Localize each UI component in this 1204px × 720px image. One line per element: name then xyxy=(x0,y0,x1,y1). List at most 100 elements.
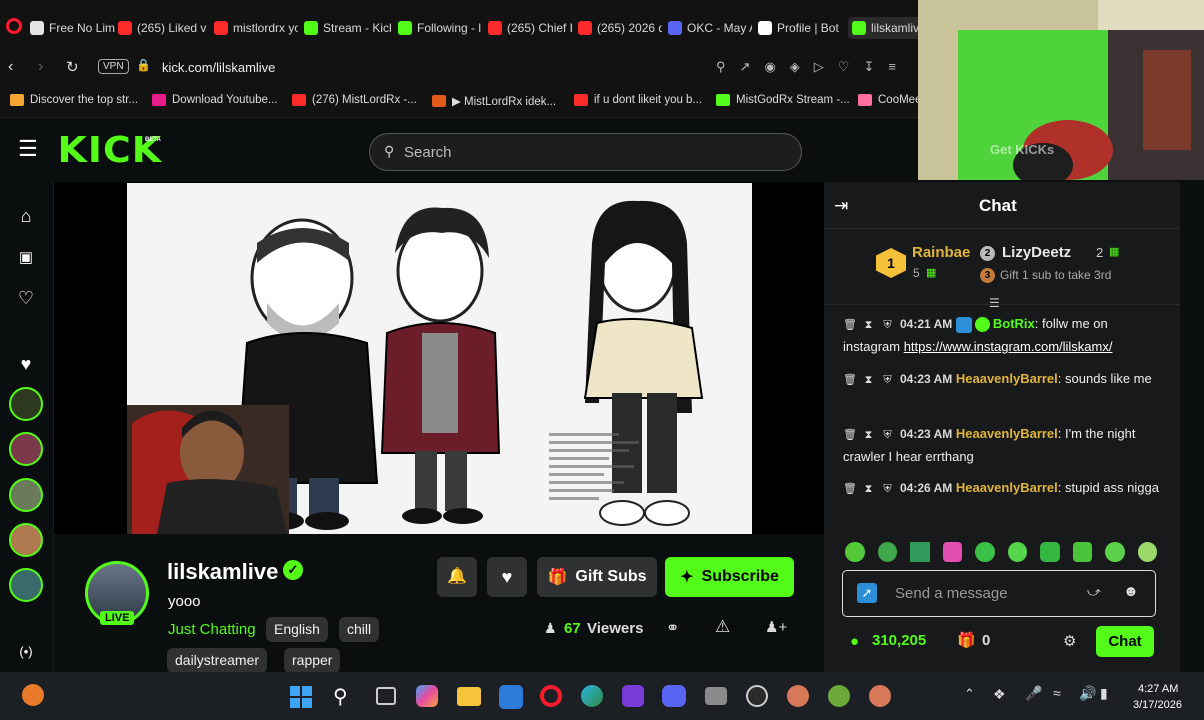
user-add-icon[interactable]: ♟+ xyxy=(765,618,787,636)
timeout-icon[interactable]: ⧗ xyxy=(862,369,875,391)
bookmark-item[interactable]: if u dont likeit you b... xyxy=(574,94,702,106)
obs-icon[interactable] xyxy=(746,685,768,707)
emote[interactable] xyxy=(910,542,930,562)
bookmark-item[interactable]: MistGodRx Stream -... xyxy=(716,94,850,106)
opera-menu-icon[interactable] xyxy=(6,18,22,34)
bookmark-item[interactable]: (276) MistLordRx -... xyxy=(292,94,417,106)
taskbar-search-icon[interactable]: ⚲ xyxy=(333,684,348,709)
start-windows-icon[interactable] xyxy=(290,686,312,708)
channel-name[interactable]: lilskamlive xyxy=(167,559,278,585)
widgets-icon[interactable] xyxy=(22,684,44,706)
gift-subs-button[interactable]: 🎁 Gift Subs xyxy=(537,557,657,597)
menu-icon[interactable]: ≡ xyxy=(888,59,896,75)
browser-tab[interactable]: mistlordrx yo xyxy=(214,17,298,39)
opera-browser-icon[interactable] xyxy=(540,685,562,707)
emote[interactable] xyxy=(1137,542,1157,562)
back-arrow-icon[interactable]: ‹ xyxy=(8,58,13,76)
trash-icon[interactable]: 🗑 xyxy=(843,424,857,446)
trash-icon[interactable]: 🗑 xyxy=(843,369,857,391)
botrix-icon[interactable]: ➚ xyxy=(857,583,877,603)
discord-icon[interactable] xyxy=(662,685,686,707)
message-username[interactable]: HeaavenlyBarrel xyxy=(956,426,1058,441)
search-box[interactable]: ⚲ Search xyxy=(369,133,802,171)
ban-shield-icon[interactable]: ⛨ xyxy=(881,369,894,391)
video-editor-icon[interactable] xyxy=(622,685,644,707)
timeout-icon[interactable]: ⧗ xyxy=(862,314,875,336)
followed-channel-avatar[interactable] xyxy=(9,568,43,602)
shield-icon[interactable]: ◈ xyxy=(790,59,800,75)
channel-points[interactable]: 310,205 xyxy=(872,632,926,649)
app-icon[interactable] xyxy=(869,685,891,707)
message-username[interactable]: HeaavenlyBarrel xyxy=(956,480,1058,495)
app-icon[interactable] xyxy=(499,685,523,709)
trash-icon[interactable]: 🗑 xyxy=(843,314,857,336)
browser-tab[interactable]: Profile | Bot xyxy=(758,17,842,39)
subscribe-button[interactable]: ✦ Subscribe xyxy=(665,557,794,597)
copilot-icon[interactable] xyxy=(416,685,438,707)
tag-pill[interactable]: dailystreamer xyxy=(167,648,268,673)
tag-pill[interactable]: English xyxy=(266,617,328,642)
gifter-2-name[interactable]: LizyDeetz xyxy=(1002,244,1071,261)
bookmark-item[interactable]: Download Youtube... xyxy=(152,94,278,106)
followed-channel-avatar[interactable] xyxy=(9,478,43,512)
microphone-icon[interactable]: 🎤 xyxy=(1025,685,1042,702)
search-input[interactable]: Search xyxy=(404,144,452,161)
play-icon[interactable]: ▷ xyxy=(814,59,824,75)
heart-icon[interactable]: ♡ xyxy=(838,59,850,75)
emote[interactable] xyxy=(1007,542,1027,562)
browser-tab[interactable]: OKC - May A xyxy=(668,17,752,39)
category-link[interactable]: Just Chatting xyxy=(168,621,256,638)
expand-sidebar-icon[interactable]: (•) xyxy=(14,640,38,664)
app-icon[interactable] xyxy=(828,685,850,707)
stream-video-frame[interactable] xyxy=(127,183,752,534)
chat-settings-gear-icon[interactable]: ⚙ xyxy=(1063,632,1076,650)
camera-app-icon[interactable] xyxy=(705,687,727,705)
gift-box-icon[interactable]: 🎁 xyxy=(957,631,976,649)
bookmark-item[interactable]: Discover the top str... xyxy=(10,94,138,106)
tag-pill[interactable]: rapper xyxy=(284,648,341,673)
emote[interactable] xyxy=(1040,542,1060,562)
app-icon[interactable] xyxy=(787,685,809,707)
timeout-icon[interactable]: ⧗ xyxy=(862,478,875,500)
notification-bell-button[interactable]: 🔔 xyxy=(437,557,477,597)
emote[interactable] xyxy=(1072,542,1092,562)
collapse-chat-icon[interactable]: ⇥ xyxy=(834,196,848,216)
camera-icon[interactable]: ◉ xyxy=(764,59,775,75)
get-kicks-button[interactable]: Get KICKs xyxy=(990,142,1054,157)
message-username[interactable]: HeaavenlyBarrel xyxy=(956,371,1058,386)
ban-shield-icon[interactable]: ⛨ xyxy=(881,478,894,500)
report-warning-icon[interactable]: ⚠ xyxy=(715,617,730,637)
share-icon[interactable]: ↗ xyxy=(740,59,751,75)
volume-icon[interactable]: 🔊 xyxy=(1079,685,1096,702)
browser-tab[interactable]: (265) Chief K xyxy=(488,17,572,39)
followed-channel-avatar[interactable] xyxy=(9,432,43,466)
follow-heart-button[interactable]: ♥ xyxy=(487,557,527,597)
download-icon[interactable]: ↧ xyxy=(863,59,874,75)
browser-tab[interactable]: Stream - Kicl xyxy=(304,17,392,39)
forward-arrow-icon[interactable]: › xyxy=(38,58,43,76)
chat-input-box[interactable]: ➚ Send a message ⤻ ☻ xyxy=(842,570,1156,617)
translate-icon[interactable]: ⤻ xyxy=(1087,584,1101,600)
trash-icon[interactable]: 🗑 xyxy=(843,478,857,500)
bookmark-item[interactable]: ▶ MistLordRx idek... xyxy=(432,94,556,108)
emoji-icon[interactable]: ☻ xyxy=(1123,583,1139,600)
followed-channel-avatar[interactable] xyxy=(9,387,43,421)
hamburger-menu-icon[interactable]: ☰ xyxy=(18,138,38,160)
emote[interactable] xyxy=(942,542,962,562)
tray-chevron-icon[interactable]: ⌃ xyxy=(964,686,975,702)
url-field[interactable]: kick.com/lilskamlive xyxy=(162,60,275,75)
followed-channel-avatar[interactable] xyxy=(9,523,43,557)
leaderboard-expand-handle[interactable]: ☰ xyxy=(989,296,1000,310)
ban-shield-icon[interactable]: ⛨ xyxy=(881,424,894,446)
timeout-icon[interactable]: ⧗ xyxy=(862,424,875,446)
task-view-icon[interactable] xyxy=(376,687,396,705)
clock-date[interactable]: 3/17/2026 xyxy=(1133,699,1182,711)
chat-input[interactable]: Send a message xyxy=(895,585,1008,602)
tag-pill[interactable]: chill xyxy=(339,617,380,642)
ban-shield-icon[interactable]: ⛨ xyxy=(881,314,894,336)
wifi-icon[interactable]: ≈ xyxy=(1053,685,1061,701)
search-icon[interactable]: ⚲ xyxy=(716,59,726,75)
share-icon[interactable]: ⚭ xyxy=(666,618,679,638)
browser-tab[interactable]: Following - l xyxy=(398,17,482,39)
file-explorer-icon[interactable] xyxy=(457,687,481,706)
